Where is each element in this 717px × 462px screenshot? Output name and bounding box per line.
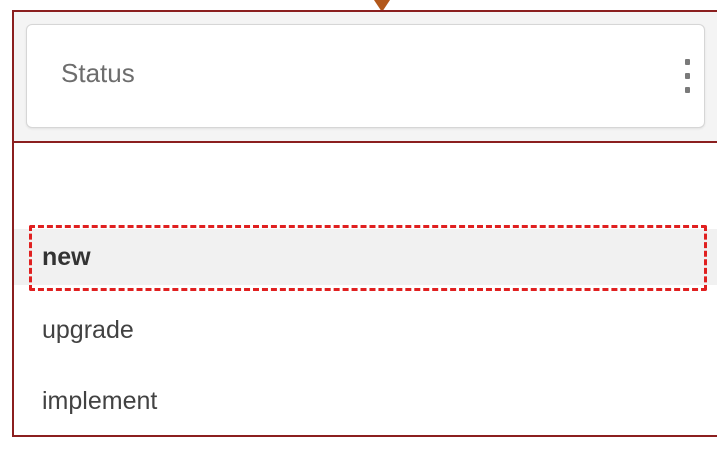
kebab-dot (684, 59, 690, 65)
status-field-panel: Status (12, 10, 717, 143)
kebab-menu-icon[interactable] (682, 59, 692, 93)
kebab-dot (684, 87, 690, 93)
status-options-list: new upgrade implement (12, 143, 717, 437)
status-dropdown[interactable]: Status (26, 24, 705, 128)
option-implement[interactable]: implement (14, 373, 717, 429)
kebab-dot (684, 73, 690, 79)
screenshot-stage: Status new upgrade implement (0, 0, 717, 462)
option-new[interactable]: new (14, 229, 717, 285)
option-upgrade[interactable]: upgrade (14, 302, 717, 358)
status-label: Status (61, 58, 135, 88)
